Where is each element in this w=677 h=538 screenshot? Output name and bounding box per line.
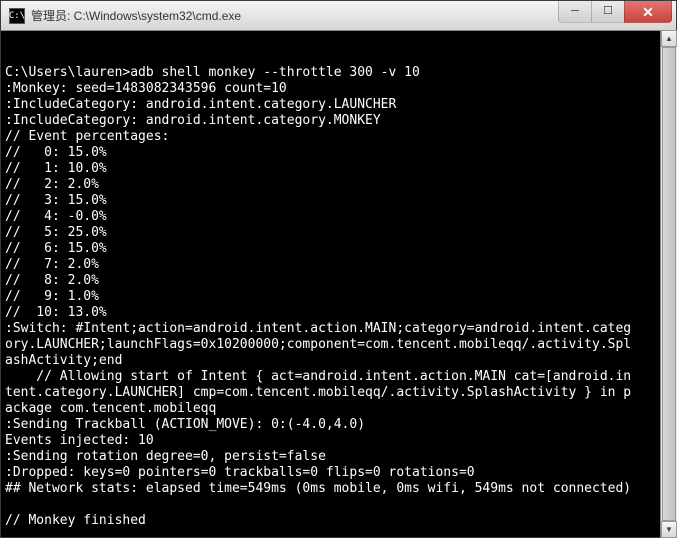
terminal-area[interactable]: C:\Users\lauren>adb shell monkey --throt… [1, 31, 676, 537]
terminal-output: C:\Users\lauren>adb shell monkey --throt… [5, 65, 672, 537]
vertical-scrollbar[interactable]: ▲ ▼ [660, 30, 677, 538]
chevron-up-icon: ▲ [665, 34, 673, 43]
scrollbar-thumb[interactable] [662, 47, 676, 521]
cmd-window: C:\ 管理员: C:\Windows\system32\cmd.exe ─ ☐… [0, 0, 677, 538]
scrollbar-track[interactable] [661, 47, 677, 521]
app-icon: C:\ [9, 8, 25, 24]
scroll-up-button[interactable]: ▲ [661, 30, 677, 47]
maximize-icon: ☐ [603, 6, 613, 17]
maximize-button[interactable]: ☐ [591, 1, 625, 23]
scroll-down-button[interactable]: ▼ [661, 521, 677, 538]
minimize-icon: ─ [571, 6, 579, 17]
minimize-button[interactable]: ─ [558, 1, 592, 23]
close-icon: ✕ [642, 5, 654, 19]
close-button[interactable]: ✕ [624, 1, 672, 23]
titlebar[interactable]: C:\ 管理员: C:\Windows\system32\cmd.exe ─ ☐… [1, 1, 676, 31]
chevron-down-icon: ▼ [665, 525, 673, 534]
window-controls: ─ ☐ ✕ [559, 1, 672, 23]
